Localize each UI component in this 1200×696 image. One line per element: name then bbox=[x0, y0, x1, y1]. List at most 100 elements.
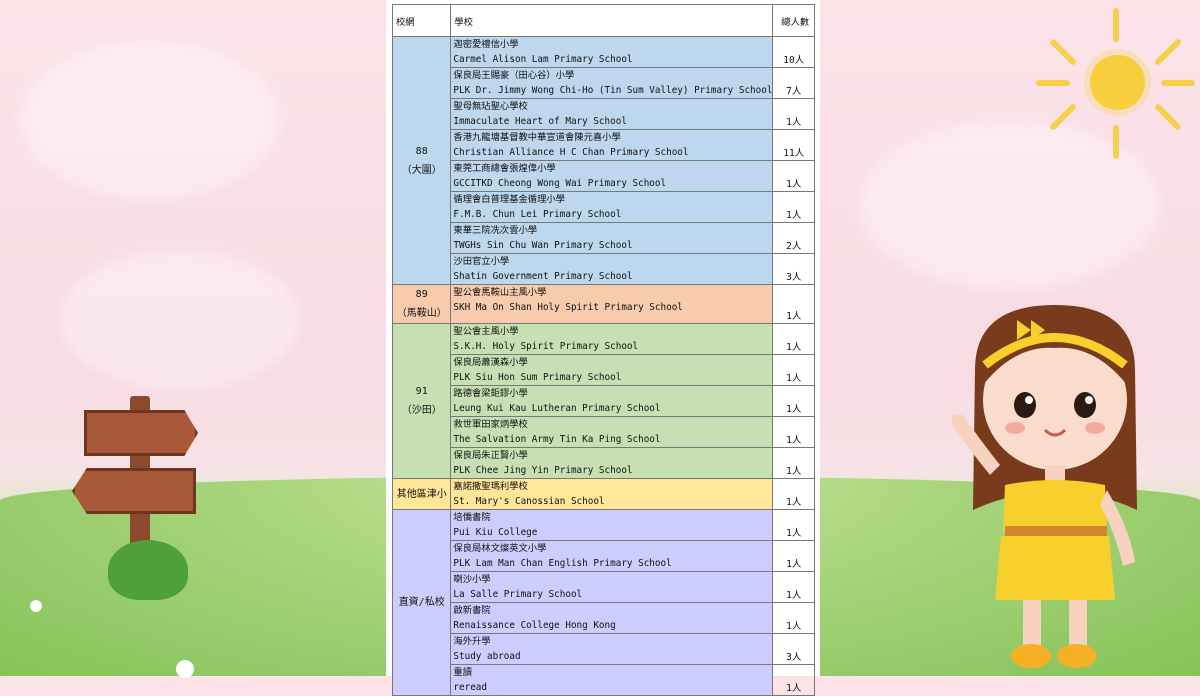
school-name-en: Pui Kiu College bbox=[453, 527, 538, 538]
region-name: 直資/私校 bbox=[398, 597, 445, 608]
school-name-zh: 聖公會主風小學 bbox=[453, 326, 519, 337]
school-allocation-sheet: 校網 學校 總人數 88 （大圍） 迦密愛禮信小學 Carmel Alison Lam… bbox=[386, 0, 820, 696]
school-name-zh: 喇沙小學 bbox=[453, 574, 491, 585]
school-name-zh: 保良局林文燦英文小學 bbox=[453, 543, 547, 554]
cloud bbox=[60, 250, 300, 390]
school-name-en: La Salle Primary School bbox=[453, 589, 583, 600]
table-row: 88 （大圍） 迦密愛禮信小學 Carmel Alison Lam Primary S… bbox=[391, 36, 815, 285]
region-subname: （沙田） bbox=[401, 405, 442, 416]
school-name-en: SKH Ma On Shan Holy Spirit Primary Schoo… bbox=[453, 302, 683, 313]
region-cell: 88 （大圍） bbox=[391, 36, 452, 285]
school-cell: 東華三院冼次雲小學 TWGHs Sin Chu Wan Primary Schoo… bbox=[450, 222, 774, 254]
table-row: 海外升學 Study abroad 3人 bbox=[393, 633, 815, 665]
school-name-en: GCCITKD Cheong Wong Wai Primary School bbox=[453, 178, 667, 189]
school-cell: 沙田官立小學 Shatin Government Primary School bbox=[450, 253, 774, 285]
school-name-zh: 路德會梁鉅鏐小學 bbox=[453, 388, 528, 399]
student-count: 10人 bbox=[772, 36, 815, 68]
table-row: 聖母無玷聖心學校 Immaculate Heart of Mary School 1… bbox=[393, 98, 815, 130]
region-cell: 89 （馬鞍山） bbox=[391, 284, 452, 324]
school-name-en: Leung Kui Kau Lutheran Primary School bbox=[453, 403, 661, 414]
table-row: 救世軍田家炳學校 The Salvation Army Tin Ka Ping S… bbox=[393, 416, 815, 448]
school-name-en: St. Mary's Canossian School bbox=[453, 496, 605, 507]
school-cell: 東莞工商總會張煌偉小學 GCCITKD Cheong Wong Wai Prima… bbox=[450, 160, 774, 192]
school-allocation-table: 校網 學校 總人數 88 （大圍） 迦密愛禮信小學 Carmel Alison Lam… bbox=[391, 4, 815, 696]
student-count: 1人 bbox=[772, 416, 815, 448]
table-row: 保良局蕭漢森小學 PLK Siu Hon Sum Primary School 1人 bbox=[393, 354, 815, 386]
student-count: 1人 bbox=[772, 284, 815, 324]
region-name: 91 bbox=[415, 386, 428, 397]
signpost-board-right bbox=[84, 410, 198, 456]
school-name-zh: 重讀 bbox=[453, 667, 473, 678]
school-cell: 保良局蕭漢森小學 PLK Siu Hon Sum Primary School bbox=[450, 354, 774, 386]
student-count: 1人 bbox=[772, 509, 815, 541]
table-row: 循理會白普理基金循理小學 F.M.B. Chun Lei Primary Scho… bbox=[393, 191, 815, 223]
student-count: 1人 bbox=[772, 540, 815, 572]
school-name-en: Study abroad bbox=[453, 651, 521, 662]
school-name-zh: 迦密愛禮信小學 bbox=[453, 39, 519, 50]
school-cell: 救世軍田家炳學校 The Salvation Army Tin Ka Ping S… bbox=[450, 416, 774, 448]
girl-icon bbox=[951, 305, 1137, 668]
school-name-zh: 循理會白普理基金循理小學 bbox=[453, 194, 565, 205]
school-cell: 保良局王賜豪（田心谷）小學 PLK Dr. Jimmy Wong Chi-Ho (… bbox=[450, 67, 774, 99]
school-name-zh: 沙田官立小學 bbox=[453, 256, 510, 267]
student-count: 1人 bbox=[772, 664, 815, 696]
region-name: 88 bbox=[415, 145, 428, 157]
student-count: 2人 bbox=[772, 222, 815, 254]
school-cell: 路德會梁鉅鏐小學 Leung Kui Kau Lutheran Primary S… bbox=[450, 385, 774, 417]
school-name-zh: 東莞工商總會張煌偉小學 bbox=[453, 163, 556, 174]
student-count: 1人 bbox=[772, 602, 815, 634]
region-subname: （馬鞍山） bbox=[396, 308, 447, 319]
school-name-zh: 保良局蕭漢森小學 bbox=[453, 357, 528, 368]
school-cell: 重讀 reread bbox=[450, 664, 774, 696]
region-cell: 91 （沙田） bbox=[391, 323, 452, 479]
signpost-board-left bbox=[72, 468, 196, 514]
student-count: 1人 bbox=[772, 571, 815, 603]
student-count: 1人 bbox=[772, 354, 815, 386]
school-name-zh: 香港九龍塘基督教中華宣道會陳元喜小學 bbox=[453, 132, 621, 143]
table-row: 91 （沙田） 聖公會主風小學 S.K.H. Holy Spirit Primary … bbox=[391, 323, 815, 479]
school-cell: 聖母無玷聖心學校 Immaculate Heart of Mary School bbox=[450, 98, 774, 130]
school-name-en: Shatin Government Primary School bbox=[453, 271, 633, 282]
student-count: 1人 bbox=[772, 191, 815, 223]
school-name-zh: 培僑書院 bbox=[453, 512, 491, 523]
school-cell: 聖公會馬鞍山主風小學 SKH Ma On Shan Holy Spirit Pri… bbox=[450, 284, 774, 324]
table-body: 88 （大圍） 迦密愛禮信小學 Carmel Alison Lam Primary S… bbox=[391, 36, 815, 696]
school-name-zh: 保良局朱正賢小學 bbox=[453, 450, 528, 461]
student-count: 1人 bbox=[772, 98, 815, 130]
table-row: 喇沙小學 La Salle Primary School 1人 bbox=[393, 571, 815, 603]
school-name-zh: 聖公會馬鞍山主風小學 bbox=[453, 287, 547, 298]
school-name-zh: 聖母無玷聖心學校 bbox=[453, 101, 528, 112]
school-cell: 喇沙小學 La Salle Primary School bbox=[450, 571, 774, 603]
student-count: 1人 bbox=[772, 478, 815, 510]
school-name-en: reread bbox=[453, 682, 487, 693]
table-row: 其他區津小 嘉諾撒聖瑪利學校 St. Mary's Canossian School… bbox=[391, 478, 815, 510]
student-count: 7人 bbox=[772, 67, 815, 99]
region-subname: （大圍） bbox=[401, 164, 442, 176]
school-name-zh: 海外升學 bbox=[453, 636, 491, 647]
school-name-en: Christian Alliance H C Chan Primary Scho… bbox=[453, 147, 689, 158]
region-name: 89 bbox=[415, 289, 428, 300]
table-row: 保良局林文燦英文小學 PLK Lam Man Chan English Prima… bbox=[393, 540, 815, 572]
school-name-zh: 嘉諾撒聖瑪利學校 bbox=[453, 481, 528, 492]
sun-face bbox=[1090, 55, 1145, 110]
school-name-en: PLK Chee Jing Yin Primary School bbox=[453, 465, 633, 476]
school-name-en: Renaissance College Hong Kong bbox=[453, 620, 616, 631]
table-row: 89 （馬鞍山） 聖公會馬鞍山主風小學 SKH Ma On Shan Holy Spi… bbox=[391, 284, 815, 324]
school-cell: 香港九龍塘基督教中華宣道會陳元喜小學 Christian Alliance H C… bbox=[450, 129, 774, 161]
school-name-en: PLK Siu Hon Sum Primary School bbox=[453, 372, 622, 383]
region-cell: 其他區津小 bbox=[391, 478, 452, 510]
table-row: 保良局朱正賢小學 PLK Chee Jing Yin Primary School… bbox=[393, 447, 815, 479]
table-header-row: 校網 學校 總人數 bbox=[391, 4, 815, 37]
student-count: 1人 bbox=[772, 323, 815, 355]
school-name-zh: 東華三院冼次雲小學 bbox=[453, 225, 538, 236]
school-name-zh: 啟新書院 bbox=[453, 605, 491, 616]
school-name-en: PLK Lam Man Chan English Primary School bbox=[453, 558, 672, 569]
flower-icon bbox=[30, 600, 42, 612]
school-name-zh: 救世軍田家炳學校 bbox=[453, 419, 528, 430]
region-cell: 直資/私校 bbox=[391, 509, 452, 696]
flower-icon bbox=[176, 660, 194, 678]
grass-tuft bbox=[108, 540, 188, 600]
student-count: 1人 bbox=[772, 385, 815, 417]
table-row: 東莞工商總會張煌偉小學 GCCITKD Cheong Wong Wai Prima… bbox=[393, 160, 815, 192]
school-cell: 保良局朱正賢小學 PLK Chee Jing Yin Primary School bbox=[450, 447, 774, 479]
